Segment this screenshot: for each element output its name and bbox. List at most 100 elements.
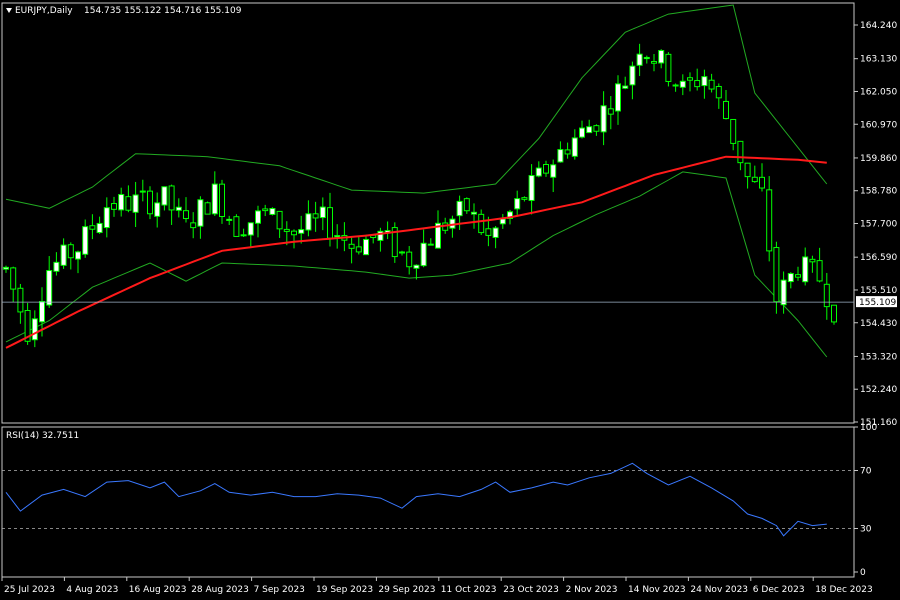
candle-body (312, 213, 319, 219)
candle-body (651, 60, 657, 64)
candle-body (809, 258, 816, 263)
candle-body (528, 175, 535, 201)
candle-body (363, 238, 369, 256)
candle-body (31, 318, 38, 341)
price-tick-label: 162.050 (860, 87, 897, 97)
candle-body (39, 301, 45, 323)
candle-body (17, 287, 24, 313)
date-tick-label: 29 Sep 2023 (378, 585, 435, 595)
price-tick-label: 153.320 (860, 352, 897, 362)
candle-body (802, 256, 809, 283)
candle-body (348, 243, 355, 249)
candle-body (708, 79, 715, 90)
candle-body (355, 246, 362, 253)
candle-body (319, 206, 326, 219)
candle-body (60, 244, 67, 266)
candle-body (67, 244, 74, 259)
date-tick-label: 6 Dec 2023 (753, 585, 805, 595)
candle-body (75, 251, 81, 260)
candle-body (564, 149, 571, 155)
candle-body (723, 100, 729, 120)
candle-body (795, 274, 801, 278)
price-tick-label: 158.780 (860, 187, 897, 197)
candle-body (593, 125, 600, 132)
candle-body (53, 261, 60, 272)
price-tick-label: 154.430 (860, 319, 897, 329)
candle-body (420, 242, 427, 267)
candle-body (190, 222, 197, 229)
candle-body (780, 279, 787, 306)
candle-body (96, 222, 103, 234)
eurjpy-daily-chart[interactable]: 164.240 163.130 162.050 160.970 159.860 158.7… (0, 0, 900, 600)
candle-body (629, 65, 636, 86)
price-tick-label: 164.240 (860, 21, 897, 31)
symbol-timeframe: EURJPY,Daily (15, 6, 73, 16)
candle-body (658, 50, 665, 64)
candle-body (327, 207, 333, 239)
candle-body (730, 118, 737, 144)
date-tick-label: 24 Nov 2023 (690, 585, 748, 595)
price-tag: 155.109 (856, 296, 897, 308)
candle-body (305, 213, 312, 231)
candle-body (550, 164, 557, 178)
candle-body (499, 218, 506, 225)
candle-body (535, 167, 542, 177)
candle-body (283, 228, 290, 232)
candle-body (168, 185, 175, 211)
candle-body (262, 208, 269, 212)
candle-body (485, 228, 492, 236)
candle-body (579, 127, 585, 138)
candle-body (600, 105, 607, 133)
candle-body (643, 56, 650, 60)
candle-body (154, 202, 161, 217)
candle-body (787, 273, 794, 283)
candle-body (240, 234, 247, 237)
candle-body (103, 207, 110, 229)
candle-body (10, 267, 17, 290)
candle-body (276, 210, 283, 230)
candle-body (687, 77, 693, 81)
candle-body (694, 80, 701, 88)
price-tick-label: 160.970 (860, 120, 897, 130)
candle-body (211, 183, 218, 215)
candle-body (471, 211, 477, 215)
candle-body (82, 226, 89, 255)
candle-body (255, 210, 261, 224)
date-tick-label: 25 Jul 2023 (4, 585, 55, 595)
candle-body (557, 149, 564, 163)
candle-body (823, 283, 830, 308)
candle-body (521, 197, 528, 200)
rsi-label: RSI(14) 32.7511 (6, 431, 79, 441)
candle-body (759, 176, 765, 189)
candle-body (334, 235, 341, 238)
price-tick-label: 156.590 (860, 253, 897, 263)
candle-body (456, 200, 463, 217)
candle-body (607, 108, 614, 115)
candle-body (226, 218, 233, 221)
candle-body (831, 304, 837, 323)
chart-background (0, 0, 900, 600)
date-tick-label: 16 Aug 2023 (129, 585, 187, 595)
candle-body (125, 196, 132, 211)
candle-body (751, 176, 758, 183)
candle-body (636, 53, 643, 66)
candle-body (298, 229, 305, 234)
candle-body (744, 162, 751, 178)
candle-body (543, 163, 549, 174)
candle-body (139, 190, 146, 193)
candle-body (406, 251, 413, 268)
candle-body (766, 189, 773, 252)
candle-body (46, 270, 53, 306)
candle-body (715, 85, 722, 99)
candle-body (269, 208, 276, 215)
candle-body (3, 266, 9, 270)
date-tick-label: 4 Aug 2023 (66, 585, 118, 595)
candle-body (183, 210, 189, 220)
candle-body (89, 225, 96, 230)
rsi-tick-label: 70 (860, 467, 872, 477)
candle-body (197, 199, 204, 227)
candle-body (586, 126, 593, 134)
candle-body (427, 243, 434, 246)
candle-body (816, 260, 823, 282)
rsi-tick-label: 0 (860, 568, 866, 578)
